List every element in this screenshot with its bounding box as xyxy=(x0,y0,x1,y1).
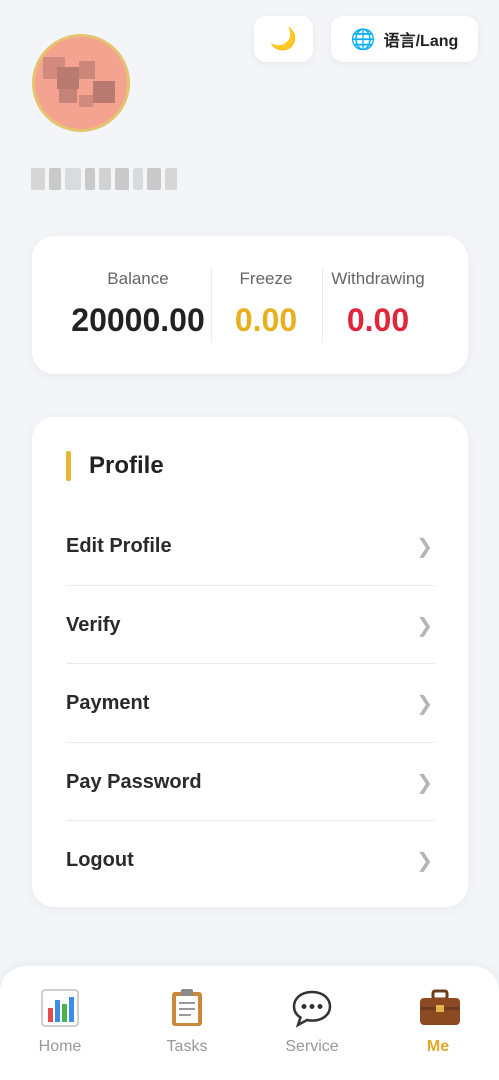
bar-chart-icon xyxy=(40,988,80,1028)
menu-item-payment[interactable]: Payment ❯ xyxy=(66,664,435,742)
avatar[interactable] xyxy=(32,34,130,132)
menu-item-logout[interactable]: Logout ❯ xyxy=(66,821,435,899)
menu-item-label: Edit Profile xyxy=(66,534,172,557)
chevron-right-icon: ❯ xyxy=(416,535,433,558)
nav-item-tasks[interactable]: Tasks xyxy=(142,988,232,1056)
freeze-stat: Freeze 0.00 xyxy=(216,236,316,374)
briefcase-icon xyxy=(418,988,460,1028)
balance-label: Balance xyxy=(107,269,169,288)
balance-value: 20000.00 xyxy=(71,302,205,338)
profile-card: Profile Edit Profile ❯ Verify ❯ Payment … xyxy=(32,417,468,907)
language-button[interactable]: 🌐 语言/Lang xyxy=(331,16,478,62)
menu-item-label: Logout xyxy=(66,848,134,871)
divider xyxy=(211,268,212,342)
nav-item-me[interactable]: Me xyxy=(393,988,483,1056)
withdrawing-label: Withdrawing xyxy=(331,269,425,288)
language-label: 语言/Lang xyxy=(383,33,459,50)
section-title: Profile xyxy=(89,452,164,479)
theme-toggle-button[interactable]: 🌙 xyxy=(254,16,313,62)
menu-item-label: Verify xyxy=(66,613,121,636)
chevron-right-icon: ❯ xyxy=(416,771,433,794)
menu-item-label: Payment xyxy=(66,691,150,714)
nav-label: Home xyxy=(38,1038,82,1055)
nav-item-service[interactable]: Service xyxy=(267,988,357,1056)
nav-label: Service xyxy=(285,1038,339,1055)
balance-stat: Balance 20000.00 xyxy=(60,236,216,374)
username-redacted xyxy=(31,164,181,194)
chevron-right-icon: ❯ xyxy=(416,614,433,637)
account-page: 🌙 🌐 语言/Lang Balance 20000.00 Freeze 0.00… xyxy=(0,0,499,1080)
clipboard-icon xyxy=(167,988,207,1028)
globe-icon: 🌐 xyxy=(350,28,376,51)
menu-item-pay-password[interactable]: Pay Password ❯ xyxy=(66,743,435,821)
withdrawing-value: 0.00 xyxy=(346,302,410,338)
nav-label: Me xyxy=(426,1038,450,1055)
section-header: Profile xyxy=(66,451,164,481)
accent-bar xyxy=(66,451,71,481)
menu-item-edit-profile[interactable]: Edit Profile ❯ xyxy=(66,507,435,585)
moon-icon: 🌙 xyxy=(269,26,298,51)
nav-label: Tasks xyxy=(166,1038,208,1055)
withdrawing-stat: Withdrawing 0.00 xyxy=(322,236,434,374)
menu-item-label: Pay Password xyxy=(66,770,202,793)
bottom-nav: Home Tasks Service Me xyxy=(0,966,499,1080)
balance-card: Balance 20000.00 Freeze 0.00 Withdrawing… xyxy=(32,236,468,374)
nav-item-home[interactable]: Home xyxy=(15,988,105,1056)
freeze-label: Freeze xyxy=(239,269,293,288)
chevron-right-icon: ❯ xyxy=(416,692,433,715)
speech-bubble-icon xyxy=(292,988,332,1028)
chevron-right-icon: ❯ xyxy=(416,849,433,872)
freeze-value: 0.00 xyxy=(234,302,298,338)
menu-item-verify[interactable]: Verify ❯ xyxy=(66,586,435,664)
